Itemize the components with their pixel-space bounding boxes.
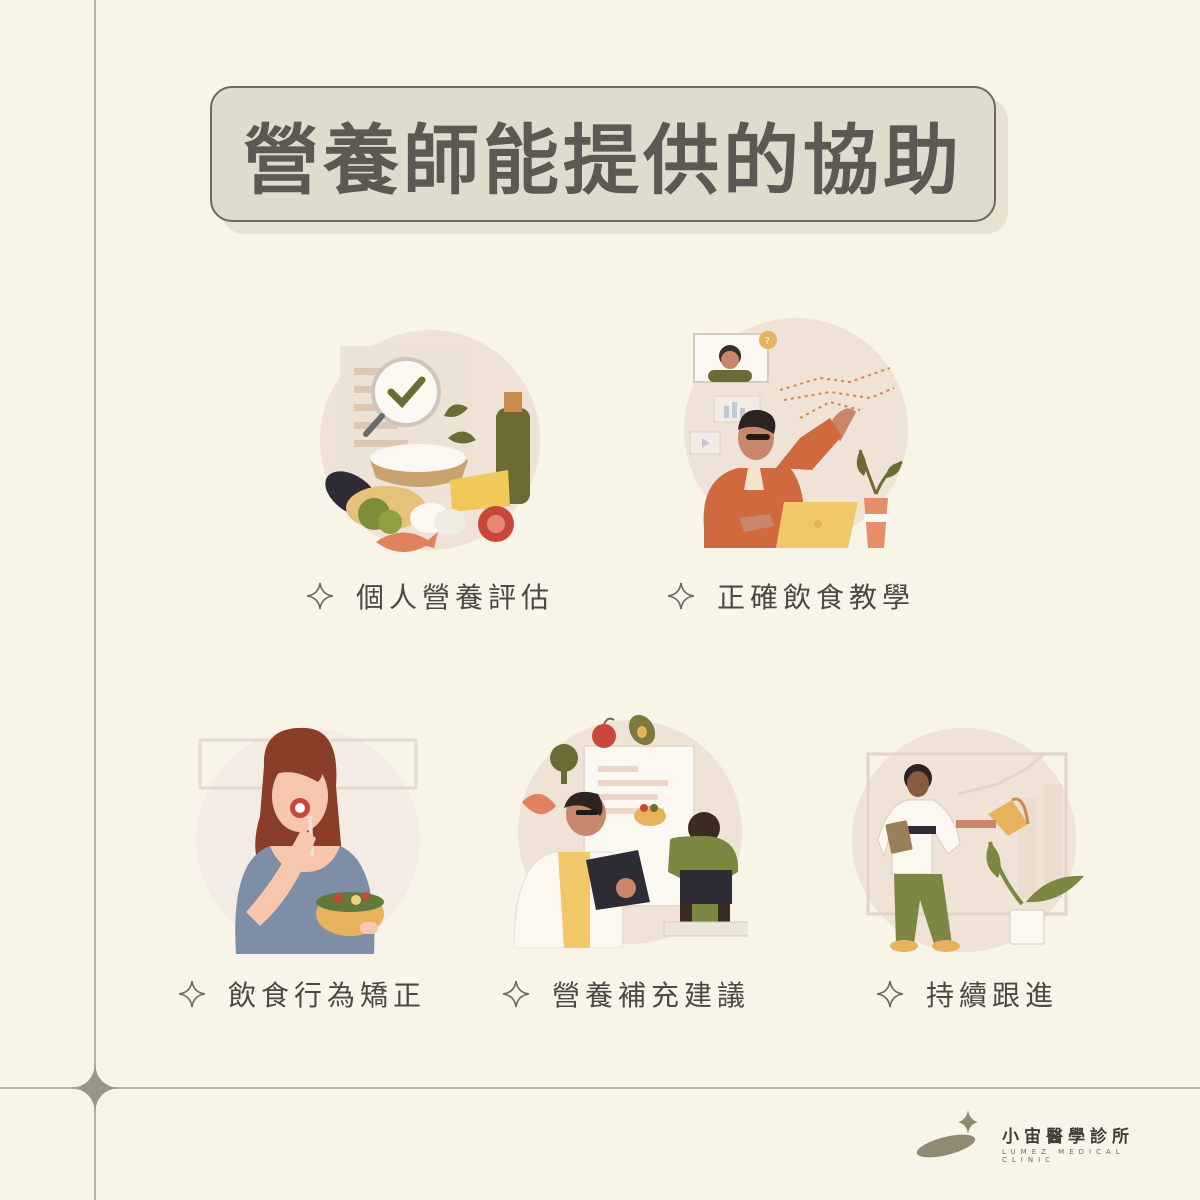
vertical-divider — [94, 0, 96, 1200]
service-label-text: 持續跟進 — [926, 979, 1059, 1012]
service-label-assessment: 個人營養評估 — [306, 576, 554, 616]
svg-text:?: ? — [765, 336, 770, 347]
service-label-followup: 持續跟進 — [876, 974, 1058, 1014]
service-label-behavior: 飲食行為矯正 — [178, 974, 426, 1014]
service-label-supplement: 營養補充建議 — [502, 974, 750, 1014]
dietitian-consultation-illustration — [514, 714, 748, 948]
woman-eating-salad-illustration — [196, 727, 420, 954]
service-label-text: 飲食行為矯正 — [228, 979, 427, 1012]
service-label-text: 營養補充建議 — [552, 979, 751, 1012]
sparkle-icon — [178, 980, 206, 1008]
clinic-logo: 小宙醫學診所 LUMEZ MEDICAL CLINIC — [916, 1108, 1176, 1168]
clinic-subtitle: LUMEZ MEDICAL CLINIC — [1002, 1148, 1125, 1164]
service-label-text: 正確飲食教學 — [717, 581, 916, 614]
corner-sparkle-icon — [71, 1064, 119, 1112]
sparkle-icon — [306, 582, 334, 610]
sparkle-icon — [876, 980, 904, 1008]
title-banner: 營養師能提供的協助 — [210, 86, 996, 222]
service-label-text: 個人營養評估 — [356, 581, 555, 614]
page-title: 營養師能提供的協助 — [243, 116, 963, 205]
sparkle-icon — [667, 582, 695, 610]
clinic-name: 小宙醫學診所 — [1002, 1127, 1134, 1147]
horizontal-divider — [0, 1087, 1200, 1089]
online-teaching-illustration: ? — [684, 318, 908, 548]
service-label-teaching: 正確飲食教學 — [667, 576, 915, 616]
progress-tracking-illustration — [852, 728, 1084, 952]
food-assessment-illustration — [320, 330, 540, 553]
sparkle-icon — [502, 980, 530, 1008]
logo-mark-icon — [916, 1110, 978, 1158]
